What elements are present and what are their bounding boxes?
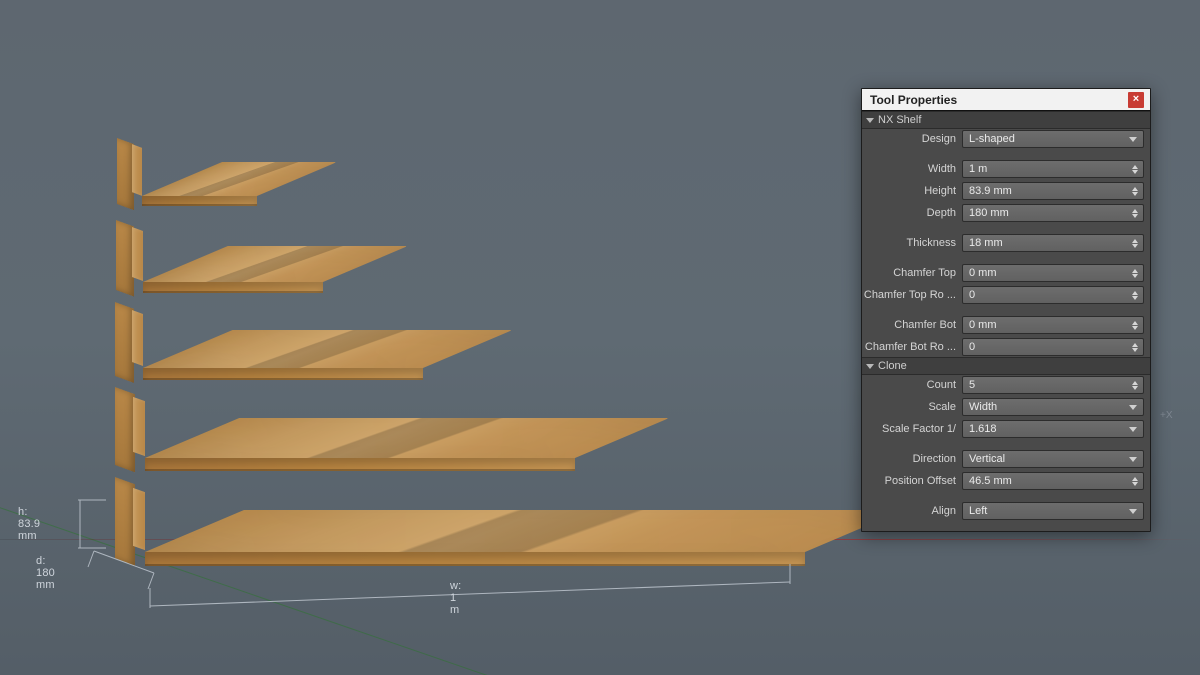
label-width: Width bbox=[862, 163, 958, 175]
chamfer-bot-round-field[interactable]: 0 bbox=[962, 338, 1144, 356]
spinner-icon[interactable] bbox=[1129, 184, 1141, 198]
spinner-icon[interactable] bbox=[1129, 318, 1141, 332]
label-scale-factor: Scale Factor 1/ bbox=[862, 423, 958, 435]
chevron-down-icon bbox=[866, 364, 874, 369]
scale-dropdown[interactable]: Width bbox=[962, 398, 1144, 416]
chevron-down-icon bbox=[866, 118, 874, 123]
label-chamfer-bot-round: Chamfer Bot Ro ... bbox=[862, 341, 958, 353]
label-depth: Depth bbox=[862, 207, 958, 219]
section-title: NX Shelf bbox=[878, 114, 921, 126]
spinner-icon[interactable] bbox=[1129, 288, 1141, 302]
label-count: Count bbox=[862, 379, 958, 391]
spinner-icon[interactable] bbox=[1129, 378, 1141, 392]
count-field[interactable]: 5 bbox=[962, 376, 1144, 394]
height-field[interactable]: 83.9 mm bbox=[962, 182, 1144, 200]
label-position-offset: Position Offset bbox=[862, 475, 958, 487]
chamfer-top-field[interactable]: 0 mm bbox=[962, 264, 1144, 282]
depth-field[interactable]: 180 mm bbox=[962, 204, 1144, 222]
label-scale: Scale bbox=[862, 401, 958, 413]
spinner-icon[interactable] bbox=[1129, 162, 1141, 176]
label-height: Height bbox=[862, 185, 958, 197]
panel-title: Tool Properties bbox=[870, 93, 1128, 107]
label-thickness: Thickness bbox=[862, 237, 958, 249]
label-design: Design bbox=[862, 133, 958, 145]
width-field[interactable]: 1 m bbox=[962, 160, 1144, 178]
chamfer-bot-field[interactable]: 0 mm bbox=[962, 316, 1144, 334]
spinner-icon[interactable] bbox=[1129, 266, 1141, 280]
section-nx-shelf[interactable]: NX Shelf bbox=[862, 111, 1150, 129]
label-align: Align bbox=[862, 505, 958, 517]
scale-factor-dropdown[interactable]: 1.618 bbox=[962, 420, 1144, 438]
design-dropdown[interactable]: L-shaped bbox=[962, 130, 1144, 148]
panel-titlebar[interactable]: Tool Properties × bbox=[862, 89, 1150, 111]
spinner-icon[interactable] bbox=[1129, 236, 1141, 250]
label-chamfer-top-round: Chamfer Top Ro ... bbox=[862, 289, 958, 301]
spinner-icon[interactable] bbox=[1129, 474, 1141, 488]
thickness-field[interactable]: 18 mm bbox=[962, 234, 1144, 252]
label-chamfer-bot: Chamfer Bot bbox=[862, 319, 958, 331]
chamfer-top-round-field[interactable]: 0 bbox=[962, 286, 1144, 304]
axis-x-label: +X bbox=[1160, 410, 1173, 421]
tool-properties-panel[interactable]: Tool Properties × NX Shelf Design L-shap… bbox=[861, 88, 1151, 532]
label-direction: Direction bbox=[862, 453, 958, 465]
section-title: Clone bbox=[878, 360, 907, 372]
position-offset-field[interactable]: 46.5 mm bbox=[962, 472, 1144, 490]
direction-dropdown[interactable]: Vertical bbox=[962, 450, 1144, 468]
align-dropdown[interactable]: Left bbox=[962, 502, 1144, 520]
label-chamfer-top: Chamfer Top bbox=[862, 267, 958, 279]
spinner-icon[interactable] bbox=[1129, 206, 1141, 220]
section-clone[interactable]: Clone bbox=[862, 357, 1150, 375]
close-icon[interactable]: × bbox=[1128, 92, 1144, 108]
spinner-icon[interactable] bbox=[1129, 340, 1141, 354]
